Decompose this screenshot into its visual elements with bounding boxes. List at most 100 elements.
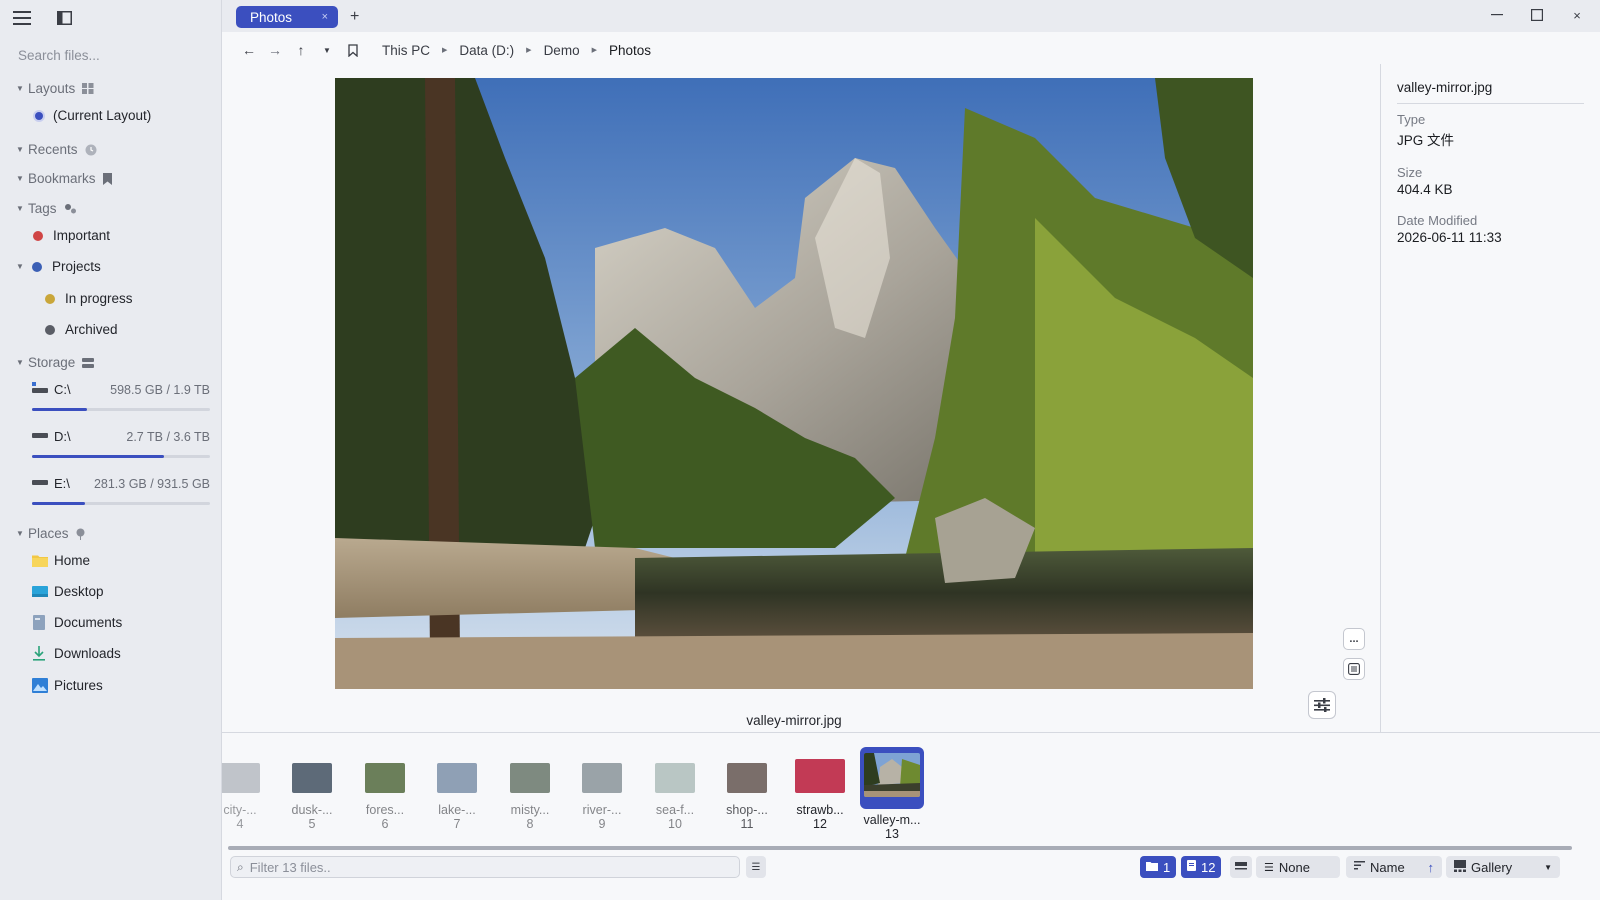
sort-icon bbox=[1354, 861, 1365, 873]
view-mode-select[interactable]: Gallery ▼ bbox=[1446, 856, 1560, 878]
tag-item-projects[interactable]: ▼ Projects bbox=[16, 259, 101, 274]
bookmark-toggle-icon[interactable] bbox=[340, 43, 366, 57]
tag-label: In progress bbox=[65, 291, 133, 306]
thumbnail-item[interactable]: shop-... 11 bbox=[714, 747, 780, 831]
view-layout-icon[interactable] bbox=[1230, 856, 1252, 878]
info-panel-icon[interactable] bbox=[1343, 658, 1365, 680]
layout-grid-icon bbox=[82, 83, 94, 94]
more-options-button[interactable]: ... bbox=[1343, 628, 1365, 650]
details-modified-value: 2026-06-11 11:33 bbox=[1397, 230, 1502, 245]
place-downloads[interactable]: Downloads bbox=[32, 646, 121, 661]
place-label: Documents bbox=[54, 615, 123, 630]
breadcrumb-item[interactable]: Data (D:) bbox=[459, 43, 514, 58]
thumbnail-item[interactable]: city-... 4 bbox=[222, 747, 273, 831]
details-modified-label: Date Modified bbox=[1397, 213, 1478, 228]
back-arrow-icon[interactable]: ← bbox=[236, 42, 262, 58]
thumbnail-name: strawb... bbox=[796, 803, 844, 817]
tag-item-in-progress[interactable]: In progress bbox=[45, 291, 133, 306]
details-panel: valley-mirror.jpg Type JPG 文件 Size 404.4… bbox=[1380, 64, 1600, 732]
layout-item-current[interactable]: (Current Layout) bbox=[35, 108, 151, 123]
place-home[interactable]: Home bbox=[32, 553, 90, 568]
new-tab-button[interactable]: + bbox=[350, 8, 359, 26]
section-tags[interactable]: ▼ Tags bbox=[16, 201, 77, 216]
minimize-icon[interactable] bbox=[1488, 6, 1506, 24]
chevron-down-icon: ▼ bbox=[16, 262, 24, 271]
drive-d[interactable]: D:\ 2.7 TB / 3.6 TB bbox=[32, 429, 210, 458]
sort-by-value: Name bbox=[1370, 859, 1405, 875]
thumbnail-item-selected[interactable]: valley-m... 13 bbox=[859, 747, 925, 841]
folders-count-badge[interactable]: 1 bbox=[1140, 856, 1177, 878]
breadcrumb-item[interactable]: Demo bbox=[544, 43, 580, 58]
image-preview[interactable] bbox=[335, 78, 1253, 689]
toggle-sidebar-icon[interactable] bbox=[54, 8, 74, 28]
place-pictures[interactable]: Pictures bbox=[32, 678, 103, 693]
sort-by-select[interactable]: Name ↑ bbox=[1346, 856, 1442, 878]
thumbnail-name: misty... bbox=[510, 803, 550, 817]
close-window-icon[interactable]: × bbox=[1568, 6, 1586, 24]
thumbnail-number: 9 bbox=[598, 817, 606, 831]
filter-input[interactable]: ⌕ Filter 13 files.. bbox=[230, 856, 740, 878]
breadcrumb: This PC ▶ Data (D:) ▶ Demo ▶ Photos bbox=[382, 43, 651, 58]
thumbnail-item[interactable]: river-... 9 bbox=[569, 747, 635, 831]
section-bookmarks[interactable]: ▼ Bookmarks bbox=[16, 171, 112, 186]
thumbnail-number: 11 bbox=[740, 817, 754, 831]
section-layouts[interactable]: ▼ Layouts bbox=[16, 81, 94, 96]
chevron-down-icon: ▼ bbox=[16, 358, 24, 367]
drive-usage-fill bbox=[32, 408, 88, 411]
drive-e[interactable]: E:\ 281.3 GB / 931.5 GB bbox=[32, 476, 210, 505]
place-documents[interactable]: Documents bbox=[32, 615, 122, 630]
hamburger-menu-icon[interactable] bbox=[12, 8, 32, 28]
tags-icon bbox=[64, 203, 77, 214]
section-recents[interactable]: ▼ Recents bbox=[16, 142, 97, 157]
main-pane: ← → ↑ ▼ This PC ▶ Data (D:) ▶ Demo ▶ Pho… bbox=[222, 32, 1600, 900]
tab-photos[interactable]: Photos × bbox=[236, 6, 338, 28]
section-label: Tags bbox=[28, 201, 57, 216]
forward-arrow-icon[interactable]: → bbox=[262, 42, 288, 58]
drive-usage-bar bbox=[32, 455, 210, 458]
drive-name: D:\ bbox=[54, 429, 71, 444]
details-filename: valley-mirror.jpg bbox=[1397, 80, 1584, 104]
tag-item-important[interactable]: Important bbox=[33, 228, 110, 243]
thumbnail-item[interactable]: lake-... 7 bbox=[424, 747, 490, 831]
drive-c[interactable]: C:\ 598.5 GB / 1.9 TB bbox=[32, 382, 210, 411]
chevron-right-icon: ▶ bbox=[591, 47, 597, 54]
thumbnail-image bbox=[582, 763, 622, 793]
breadcrumb-item-current[interactable]: Photos bbox=[609, 43, 651, 58]
section-places[interactable]: ▼ Places bbox=[16, 526, 85, 541]
chevron-right-icon: ▶ bbox=[526, 47, 532, 54]
thumbnail-strip: city-... 4 dusk-... 5 fores... 6 lake-..… bbox=[222, 732, 1600, 842]
thumbnail-item[interactable]: strawb... 12 bbox=[787, 747, 853, 831]
section-storage[interactable]: ▼ Storage bbox=[16, 355, 95, 370]
pin-icon bbox=[76, 528, 85, 540]
up-arrow-icon[interactable]: ↑ bbox=[288, 42, 314, 58]
thumbnail-item[interactable]: dusk-... 5 bbox=[279, 747, 345, 831]
filter-options-icon[interactable]: ☰ bbox=[746, 856, 766, 878]
tag-item-archived[interactable]: Archived bbox=[45, 322, 118, 337]
close-tab-icon[interactable]: × bbox=[322, 11, 328, 23]
tag-label: Important bbox=[53, 228, 111, 243]
folders-count: 1 bbox=[1163, 859, 1171, 875]
thumbnail-item[interactable]: sea-f... 10 bbox=[642, 747, 708, 831]
history-dropdown-icon[interactable]: ▼ bbox=[314, 46, 340, 55]
chevron-right-icon: ▶ bbox=[442, 47, 448, 54]
adjustments-icon[interactable] bbox=[1308, 691, 1336, 719]
details-type-label: Type bbox=[1397, 112, 1426, 127]
sort-direction-icon[interactable]: ↑ bbox=[1428, 860, 1435, 875]
horizontal-scrollbar[interactable] bbox=[228, 846, 1572, 850]
maximize-icon[interactable] bbox=[1528, 6, 1546, 24]
thumbnail-selection-frame bbox=[860, 747, 924, 809]
thumbnail-image bbox=[727, 763, 767, 793]
section-label: Bookmarks bbox=[28, 171, 96, 186]
thumbnail-number: 6 bbox=[381, 817, 389, 831]
thumbnail-item[interactable]: misty... 8 bbox=[497, 747, 563, 831]
place-desktop[interactable]: Desktop bbox=[32, 584, 104, 599]
thumbnail-name: fores... bbox=[365, 803, 405, 817]
search-input[interactable]: Search files... bbox=[18, 48, 100, 63]
group-by-select[interactable]: ☰ None bbox=[1256, 856, 1340, 878]
files-count-badge[interactable]: 12 bbox=[1181, 856, 1222, 878]
thumbnail-image bbox=[437, 763, 477, 793]
thumbnail-item[interactable]: fores... 6 bbox=[352, 747, 418, 831]
thumbnail-name: shop-... bbox=[726, 803, 768, 817]
thumbnail-number: 10 bbox=[668, 817, 682, 831]
breadcrumb-item[interactable]: This PC bbox=[382, 43, 430, 58]
